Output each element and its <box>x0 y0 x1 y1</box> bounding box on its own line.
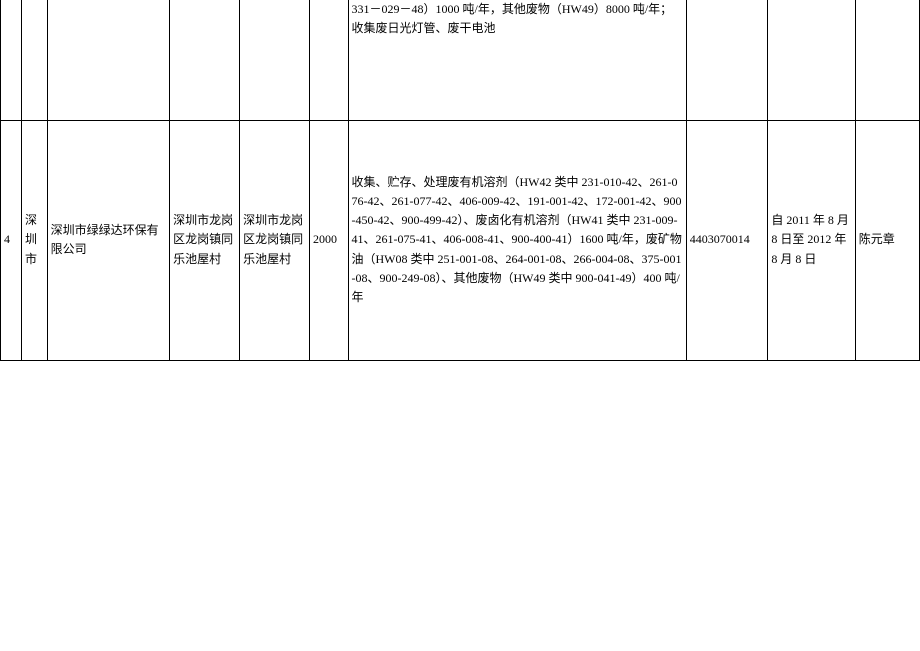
cell-scope: 331－029－48）1000 吨/年，其他废物（HW49）8000 吨/年；收… <box>348 0 686 120</box>
cell-company: 深圳市绿绿达环保有限公司 <box>47 120 169 360</box>
cell-addr1: 深圳市龙岗区龙岗镇同乐池屋村 <box>170 120 240 360</box>
cell-addr2 <box>240 0 310 120</box>
cell-person: 陈元章 <box>855 120 919 360</box>
cell-addr1 <box>170 0 240 120</box>
cell-addr2: 深圳市龙岗区龙岗镇同乐池屋村 <box>240 120 310 360</box>
cell-license <box>686 0 768 120</box>
cell-city <box>21 0 47 120</box>
cell-validity: 自 2011 年 8 月 8 日至 2012 年 8 月 8 日 <box>768 120 855 360</box>
cell-seq <box>1 0 22 120</box>
cell-capacity <box>310 0 348 120</box>
data-table: 331－029－48）1000 吨/年，其他废物（HW49）8000 吨/年；收… <box>0 0 920 361</box>
cell-person <box>855 0 919 120</box>
cell-company <box>47 0 169 120</box>
cell-seq: 4 <box>1 120 22 360</box>
cell-capacity: 2000 <box>310 120 348 360</box>
cell-validity <box>768 0 855 120</box>
document-table-container: 331－029－48）1000 吨/年，其他废物（HW49）8000 吨/年；收… <box>0 0 920 361</box>
table-row: 4 深圳市 深圳市绿绿达环保有限公司 深圳市龙岗区龙岗镇同乐池屋村 深圳市龙岗区… <box>1 120 920 360</box>
cell-city: 深圳市 <box>21 120 47 360</box>
table-row: 331－029－48）1000 吨/年，其他废物（HW49）8000 吨/年；收… <box>1 0 920 120</box>
cell-scope: 收集、贮存、处理废有机溶剂（HW42 类中 231-010-42、261-076… <box>348 120 686 360</box>
cell-license: 4403070014 <box>686 120 768 360</box>
